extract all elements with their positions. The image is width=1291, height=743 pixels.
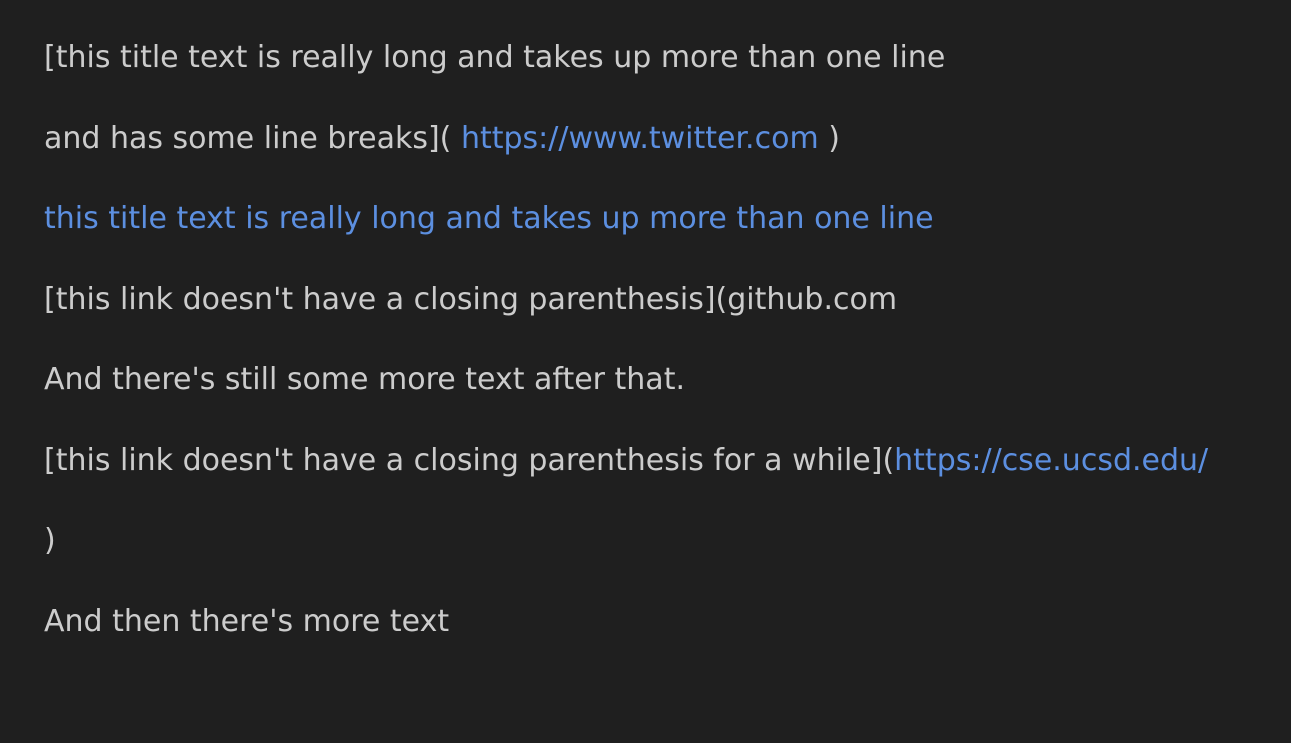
title-link[interactable]: this title text is really long and takes…: [44, 201, 934, 236]
paragraph-title-text: [this title text is really long and take…: [44, 37, 1291, 118]
plain-text: ): [828, 120, 840, 156]
paragraph-final-text: And then there's more text: [44, 601, 1291, 682]
plain-text: And there's still some more text after t…: [44, 362, 685, 397]
paragraph-more-text: And there's still some more text after t…: [44, 359, 1291, 440]
plain-text: and has some line breaks](: [44, 120, 452, 156]
plain-text: ): [44, 523, 56, 558]
plain-text: [this link doesn't have a closing parent…: [44, 442, 895, 478]
paragraph-line-breaks: and has some line breaks]( https://www.t…: [44, 118, 1291, 199]
plain-text: [this link doesn't have a closing parent…: [44, 281, 898, 317]
plain-text: And then there's more text: [44, 603, 450, 639]
paragraph-ucsd: [this link doesn't have a closing parent…: [44, 440, 1291, 521]
paragraph-github: [this link doesn't have a closing parent…: [44, 279, 1291, 360]
plain-text: [this title text is really long and take…: [44, 40, 946, 75]
ucsd-link[interactable]: https://cse.ucsd.edu/: [894, 443, 1208, 478]
paragraph-closing-paren: ): [44, 520, 1291, 601]
paragraph-title-link: this title text is really long and takes…: [44, 198, 1291, 279]
markdown-preview: [this title text is really long and take…: [0, 0, 1291, 743]
twitter-link[interactable]: https://www.twitter.com: [461, 121, 819, 156]
